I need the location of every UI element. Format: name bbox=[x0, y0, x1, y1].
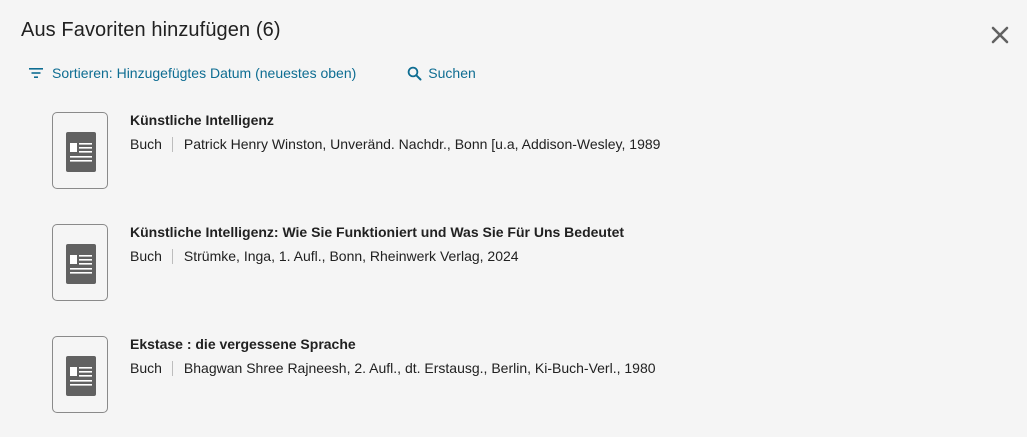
search-label: Suchen bbox=[428, 65, 476, 81]
document-icon bbox=[66, 244, 96, 284]
thumbnail bbox=[52, 112, 108, 189]
item-details: Patrick Henry Winston, Unveränd. Nachdr.… bbox=[183, 136, 661, 152]
item-type: Buch bbox=[130, 136, 162, 152]
item-title[interactable]: Ekstase : die vergessene Sprache bbox=[130, 336, 356, 352]
toolbar: Sortieren: Hinzugefügtes Datum (neuestes… bbox=[29, 63, 476, 83]
add-from-favorites-dialog: Aus Favoriten hinzufügen (6) Sortieren: … bbox=[0, 0, 1027, 437]
thumbnail bbox=[52, 224, 108, 301]
favorites-list: Künstliche Intelligenz Buch Patrick Henr… bbox=[52, 112, 992, 437]
list-item[interactable]: Künstliche Intelligenz: Wie Sie Funktion… bbox=[52, 224, 992, 336]
close-button[interactable] bbox=[989, 24, 1011, 46]
item-title[interactable]: Künstliche Intelligenz bbox=[130, 112, 274, 128]
search-button[interactable]: Suchen bbox=[407, 65, 476, 81]
item-type: Buch bbox=[130, 248, 162, 264]
divider bbox=[171, 360, 173, 376]
search-icon bbox=[407, 66, 422, 80]
document-icon bbox=[66, 132, 96, 172]
item-meta: Buch Patrick Henry Winston, Unveränd. Na… bbox=[130, 136, 660, 152]
item-details: Strümke, Inga, 1. Aufl., Bonn, Rheinwerk… bbox=[183, 248, 519, 264]
item-type: Buch bbox=[130, 360, 162, 376]
document-icon bbox=[66, 356, 96, 396]
divider bbox=[171, 136, 173, 152]
close-icon bbox=[991, 26, 1009, 44]
list-item[interactable]: Ekstase : die vergessene Sprache Buch Bh… bbox=[52, 336, 992, 437]
sort-button[interactable]: Sortieren: Hinzugefügtes Datum (neuestes… bbox=[29, 65, 356, 81]
item-meta: Buch Bhagwan Shree Rajneesh, 2. Aufl., d… bbox=[130, 360, 656, 376]
list-item[interactable]: Künstliche Intelligenz Buch Patrick Henr… bbox=[52, 112, 992, 224]
item-details: Bhagwan Shree Rajneesh, 2. Aufl., dt. Er… bbox=[183, 360, 656, 376]
dialog-title: Aus Favoriten hinzufügen (6) bbox=[21, 19, 281, 41]
item-meta: Buch Strümke, Inga, 1. Aufl., Bonn, Rhei… bbox=[130, 248, 519, 264]
thumbnail bbox=[52, 336, 108, 413]
sort-label: Sortieren: Hinzugefügtes Datum (neuestes… bbox=[52, 65, 357, 81]
filter-list-icon bbox=[29, 68, 43, 78]
item-title[interactable]: Künstliche Intelligenz: Wie Sie Funktion… bbox=[130, 224, 624, 240]
divider bbox=[171, 248, 173, 264]
